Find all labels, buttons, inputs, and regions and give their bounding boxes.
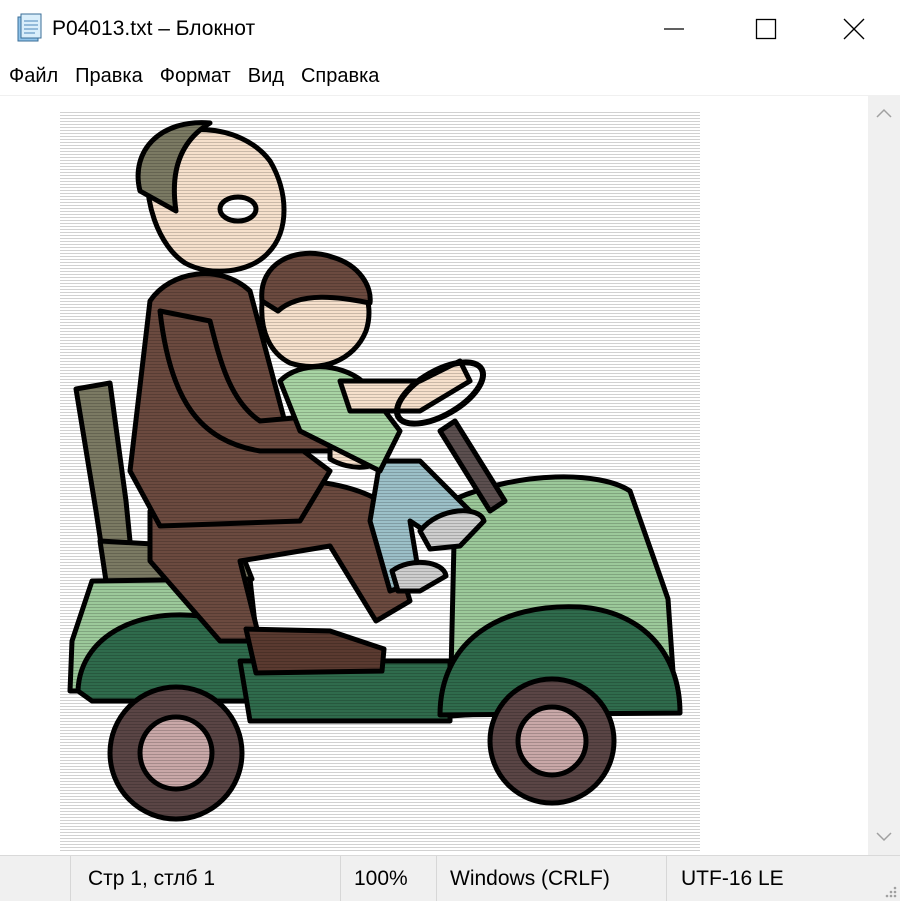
status-cursor-position: Стр 1, стлб 1	[88, 867, 216, 890]
close-icon	[843, 18, 865, 40]
window-title: P04013.txt – Блокнот	[52, 17, 256, 40]
minimize-icon	[664, 28, 684, 30]
maximize-icon	[755, 18, 777, 40]
vertical-scrollbar[interactable]	[868, 95, 900, 855]
title-bar[interactable]: P04013.txt – Блокнот	[0, 0, 900, 58]
menu-view[interactable]: Вид	[239, 63, 292, 89]
status-zoom: 100%	[354, 867, 408, 890]
status-encoding: UTF-16 LE	[681, 867, 784, 890]
maximize-button[interactable]	[720, 0, 812, 58]
minimize-button[interactable]	[628, 0, 720, 58]
scroll-down-button[interactable]	[868, 819, 900, 855]
menu-bar: Файл Правка Формат Вид Справка	[0, 58, 900, 94]
notepad-icon	[17, 13, 42, 42]
status-line-endings: Windows (CRLF)	[450, 867, 610, 890]
status-separator	[70, 856, 71, 901]
menu-edit[interactable]: Правка	[66, 63, 151, 89]
status-bar: Стр 1, стлб 1 100% Windows (CRLF) UTF-16…	[0, 855, 900, 901]
scroll-up-button[interactable]	[868, 95, 900, 131]
menu-file[interactable]: Файл	[0, 63, 66, 89]
chevron-down-icon	[876, 832, 892, 842]
text-area[interactable]	[0, 95, 868, 856]
close-button[interactable]	[808, 0, 900, 58]
status-separator	[340, 856, 341, 901]
status-separator	[436, 856, 437, 901]
status-separator	[666, 856, 667, 901]
resize-grip-icon[interactable]	[882, 883, 898, 899]
chevron-up-icon	[876, 108, 892, 118]
menu-help[interactable]: Справка	[292, 63, 387, 89]
menu-format[interactable]: Формат	[151, 63, 239, 89]
golf-cart-illustration	[60, 111, 700, 851]
